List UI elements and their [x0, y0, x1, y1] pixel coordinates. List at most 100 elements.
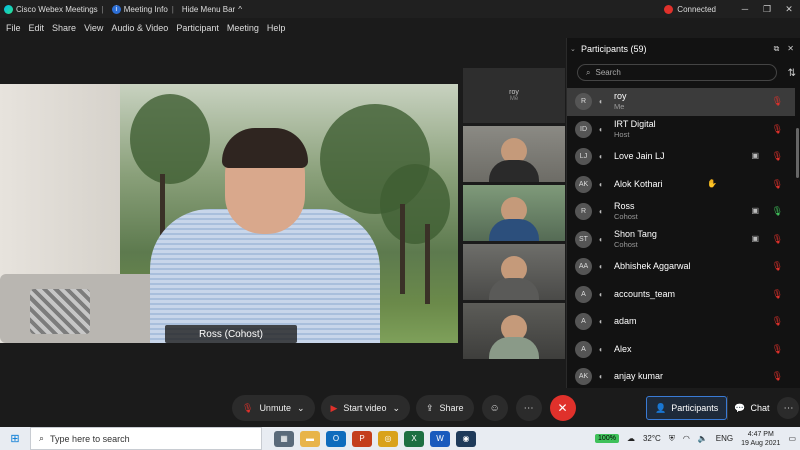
- excel-icon[interactable]: X: [404, 430, 424, 447]
- participant-role: Cohost: [614, 239, 638, 249]
- start-video-button[interactable]: ▶ Start video ⌄: [320, 395, 410, 421]
- restore-icon[interactable]: ❐: [756, 4, 778, 15]
- avatar: ST: [575, 230, 592, 248]
- close-icon[interactable]: ✕: [778, 4, 800, 15]
- info-icon: i: [111, 4, 121, 14]
- participant-row[interactable]: AA ◖ Abhishek Aggarwal 🎙: [567, 253, 795, 281]
- audio-connection-icon: ◖: [598, 372, 603, 382]
- more-panels-button[interactable]: ⋯: [777, 397, 800, 419]
- volume-icon[interactable]: 🔈: [698, 434, 708, 443]
- minimize-icon[interactable]: ─: [734, 4, 756, 14]
- windows-start-icon[interactable]: ⊞: [0, 427, 30, 450]
- menu-help[interactable]: Help: [267, 23, 286, 33]
- participant-row[interactable]: A ◖ accounts_team 🎙: [567, 281, 795, 309]
- mic-muted-icon[interactable]: 🎙: [772, 371, 783, 382]
- active-speaker-video[interactable]: Ross (Cohost): [0, 84, 458, 343]
- menu-file[interactable]: File: [6, 23, 21, 33]
- participant-video-thumbnail[interactable]: [463, 244, 565, 300]
- avatar: LJ: [575, 148, 592, 166]
- unmute-label: Unmute: [259, 403, 291, 413]
- language-indicator[interactable]: ENG: [716, 434, 733, 443]
- hide-menu-bar-button[interactable]: Hide Menu Bar ^: [182, 5, 242, 14]
- participant-name: IRT Digital: [614, 118, 656, 129]
- mic-muted-icon[interactable]: 🎙: [772, 179, 783, 190]
- taskbar-search[interactable]: ⌕ Type here to search: [30, 427, 262, 450]
- battery-indicator[interactable]: 100%: [595, 434, 619, 443]
- chat-button[interactable]: 💬 Chat: [727, 396, 775, 420]
- meeting-info-button[interactable]: i Meeting Info: [111, 4, 168, 14]
- menu-view[interactable]: View: [84, 23, 103, 33]
- speaker-hair: [222, 128, 308, 168]
- mic-muted-icon[interactable]: 🎙: [772, 124, 783, 135]
- mic-muted-icon[interactable]: 🎙: [772, 151, 783, 162]
- wifi-icon[interactable]: ◠: [683, 434, 690, 443]
- file-explorer-icon[interactable]: ▬: [300, 430, 320, 447]
- mic-muted-icon[interactable]: 🎙: [772, 289, 783, 300]
- self-video-thumbnail[interactable]: roy Me: [463, 68, 565, 123]
- mic-muted-icon[interactable]: 🎙: [772, 316, 783, 327]
- audio-connection-icon: ◖: [598, 344, 603, 354]
- clock[interactable]: 4:47 PM 19 Aug 2021: [741, 430, 780, 448]
- mic-muted-icon[interactable]: 🎙: [772, 344, 783, 355]
- title-bar: Cisco Webex Meetings | i Meeting Info | …: [0, 0, 800, 18]
- audio-connection-icon: ◖: [598, 124, 603, 134]
- menu-edit[interactable]: Edit: [29, 23, 45, 33]
- participant-row[interactable]: A ◖ Alex 🎙: [567, 336, 795, 364]
- participant-video-thumbnail[interactable]: [463, 303, 565, 359]
- temperature[interactable]: 32°C: [643, 434, 661, 443]
- outlook-icon[interactable]: O: [326, 430, 346, 447]
- collapse-chevron-icon[interactable]: ⌄: [570, 45, 576, 53]
- menu-meeting[interactable]: Meeting: [227, 23, 259, 33]
- self-thumb-name: roy: [509, 89, 519, 96]
- participant-name: roy: [614, 91, 627, 102]
- powerpoint-icon[interactable]: P: [352, 430, 372, 447]
- participant-role: Host: [614, 129, 630, 139]
- participant-row[interactable]: AK ◖ anjay kumar 🎙: [567, 363, 795, 391]
- system-tray: 100% ☁ 32°C ⛨ ◠ 🔈 ENG 4:47 PM 19 Aug 202…: [595, 427, 796, 450]
- mic-on-icon[interactable]: 🎙: [772, 206, 783, 217]
- avatar: R: [575, 93, 592, 111]
- unmute-button[interactable]: 🎙 Unmute ⌄: [232, 395, 315, 421]
- mic-muted-icon[interactable]: 🎙: [772, 96, 783, 107]
- sort-icon[interactable]: ⇅: [788, 68, 796, 79]
- popout-icon[interactable]: ⧉: [774, 44, 780, 54]
- participant-row[interactable]: AK ◖ Alok Kothari ✋ 🎙: [567, 171, 795, 199]
- audio-connection-icon: ◖: [598, 262, 603, 272]
- notifications-icon[interactable]: ▭: [788, 434, 796, 443]
- participant-video-thumbnail[interactable]: [463, 185, 565, 241]
- participant-name-block: IRT Digital Host: [614, 119, 656, 140]
- task-view-icon[interactable]: ▦: [274, 430, 294, 447]
- mic-muted-icon[interactable]: 🎙: [772, 234, 783, 245]
- pillow: [30, 289, 90, 334]
- share-button[interactable]: ⇪ Share: [416, 395, 474, 421]
- chrome-icon[interactable]: ◎: [378, 430, 398, 447]
- chevron-down-icon[interactable]: ⌄: [297, 403, 305, 414]
- video-camera-icon: ▣: [751, 206, 759, 215]
- participant-row[interactable]: LJ ◖ Love Jain LJ ▣ 🎙: [567, 143, 795, 171]
- participant-row[interactable]: ID ◖ IRT Digital Host 🎙: [567, 116, 795, 144]
- participant-row[interactable]: R ◖ Ross Cohost ▣ 🎙: [567, 198, 795, 226]
- more-options-button[interactable]: ⋯: [515, 395, 542, 421]
- mic-muted-icon[interactable]: 🎙: [772, 261, 783, 272]
- participant-row[interactable]: A ◖ adam 🎙: [567, 308, 795, 336]
- close-panel-icon[interactable]: ✕: [787, 44, 794, 54]
- menu-audio-video[interactable]: Audio & Video: [111, 23, 168, 33]
- chevron-down-icon[interactable]: ⌄: [392, 403, 400, 414]
- participant-row[interactable]: ST ◖ Shon Tang Cohost ▣ 🎙: [567, 226, 795, 254]
- word-icon[interactable]: W: [430, 430, 450, 447]
- audio-connection-icon: ◖: [598, 317, 603, 327]
- participant-search-input[interactable]: ⌕ Search: [577, 64, 777, 81]
- participant-list-scrollbar[interactable]: [796, 128, 799, 178]
- participant-role: Cohost: [614, 212, 638, 222]
- participant-row[interactable]: R ◖ roy Me 🎙: [567, 88, 795, 116]
- participants-header: ⌄ Participants (59) ⧉ ✕: [567, 38, 800, 60]
- shield-icon[interactable]: ⛨: [669, 434, 675, 444]
- clock-date: 19 Aug 2021: [741, 439, 781, 447]
- menu-participant[interactable]: Participant: [176, 23, 219, 33]
- participants-button[interactable]: 👤 Participants: [646, 396, 728, 420]
- reactions-button[interactable]: ☺: [481, 395, 508, 421]
- end-meeting-button[interactable]: ✕: [549, 395, 576, 421]
- participant-video-thumbnail[interactable]: [463, 126, 565, 182]
- menu-share[interactable]: Share: [52, 23, 76, 33]
- webex-taskbar-icon[interactable]: ◉: [456, 430, 476, 447]
